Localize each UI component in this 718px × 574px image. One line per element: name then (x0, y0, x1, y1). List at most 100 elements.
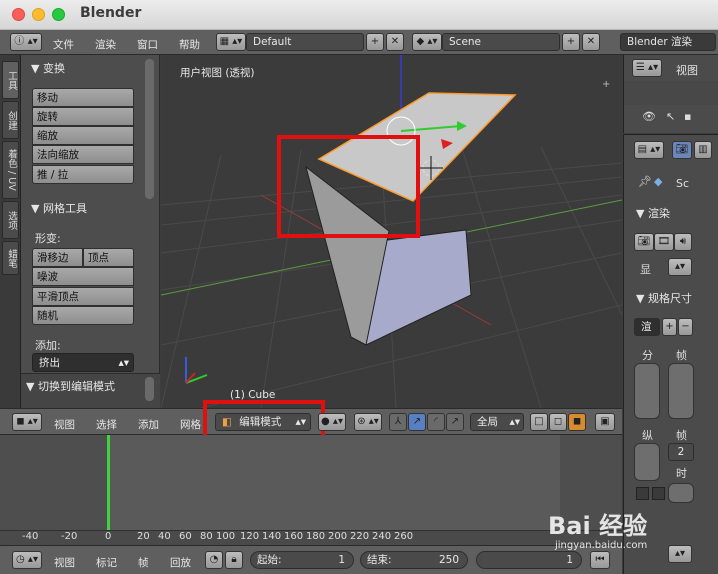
window-titlebar: Blender (0, 0, 718, 30)
lock-icon[interactable]: 🔒︎ (225, 551, 243, 569)
current-frame-line[interactable] (107, 435, 110, 530)
outliner-view-menu[interactable]: 视图 (676, 62, 698, 78)
editor-type-button[interactable]: ◼ ▴▾ (12, 413, 42, 431)
add-scene-icon[interactable]: + (562, 33, 580, 51)
border-checkbox[interactable] (636, 487, 649, 500)
time-remap-label: 时 (676, 467, 687, 480)
tab-tools[interactable]: 工具 (2, 61, 19, 99)
shrink-fatten-button[interactable]: 法向缩放 (32, 145, 134, 164)
slide-edge-button[interactable]: 滑移边 (32, 248, 83, 267)
tab-create[interactable]: 创建 (2, 101, 19, 139)
menu-file[interactable]: 文件 (53, 37, 74, 52)
pointer-icon[interactable]: ↖ (666, 110, 675, 123)
face-select-icon[interactable]: ◼ (568, 413, 586, 431)
scene-name-field[interactable]: Scene (442, 33, 560, 51)
tab-shading-uv[interactable]: 着色 / UV (2, 141, 19, 199)
close-window-button[interactable] (12, 8, 25, 21)
render-panel-header[interactable]: ▼ 渲染 (636, 205, 670, 221)
render-layers-tab-icon[interactable]: ▥ (694, 141, 712, 159)
timeline-area[interactable]: -40 -20 0 20 40 60 80 100 120 140 160 18… (0, 435, 622, 545)
scene-icon[interactable]: ◆ ▴▾ (412, 33, 442, 51)
current-frame-field[interactable]: 1 (476, 551, 582, 569)
timeline-editor-type-button[interactable]: ◷ ▴▾ (12, 551, 42, 569)
info-editor-type-button[interactable]: ⓘ ▴▾ (10, 33, 42, 51)
slide-vertex-button[interactable]: 顶点 (83, 248, 134, 267)
pivot-point-icon[interactable]: ⊛ ▴▾ (354, 413, 382, 431)
tick-label: 200 (328, 531, 348, 542)
add-preset-icon[interactable]: + (662, 318, 677, 336)
menu-select[interactable]: 选择 (96, 417, 117, 432)
outliner-editor-type-button[interactable]: ☰ ▴▾ (632, 59, 662, 77)
extrude-select[interactable]: 挤出 ▴▾ (32, 353, 134, 372)
vertex-select-icon[interactable]: □ (530, 413, 548, 431)
manipulator-toggle-icon[interactable]: ⅄ (389, 413, 407, 431)
menu-add[interactable]: 添加 (138, 417, 159, 432)
operator-scrollbar[interactable] (145, 377, 154, 401)
push-pull-button[interactable]: 推 / 拉 (32, 165, 134, 184)
tool-shelf-scrollbar[interactable] (145, 59, 154, 199)
scale-button[interactable]: 缩放 (32, 126, 134, 145)
zoom-window-button[interactable] (52, 8, 65, 21)
frame-step-field[interactable]: 2 (668, 443, 694, 461)
randomize-button[interactable]: 随机 (32, 306, 134, 325)
viewport-shading-icon[interactable]: ● ▴▾ (318, 413, 346, 431)
translate-manipulator-icon[interactable]: ↗ (408, 413, 426, 431)
remove-layout-icon[interactable]: ✕ (386, 33, 404, 51)
rotate-button[interactable]: 旋转 (32, 107, 134, 126)
time-remap-field[interactable] (668, 483, 694, 503)
menu-marker[interactable]: 标记 (96, 555, 117, 570)
screen-layout-icon[interactable]: ▦ ▴▾ (216, 33, 246, 51)
outliner-search-row (624, 81, 718, 105)
rotate-manipulator-icon[interactable]: ◜ (427, 413, 445, 431)
scale-manipulator-icon[interactable]: ↗ (446, 413, 464, 431)
render-audio-icon[interactable]: 🔊︎ (674, 233, 692, 251)
render-engine-select[interactable]: Blender 渲染 (620, 33, 716, 51)
render-preset-select[interactable]: 渲 (634, 318, 660, 336)
edge-select-icon[interactable]: ◻ (549, 413, 567, 431)
menu-timeline-view[interactable]: 视图 (54, 555, 75, 570)
render-tab-icon[interactable]: 📷︎ (672, 141, 692, 159)
menu-playback[interactable]: 回放 (170, 555, 191, 570)
render-animation-icon[interactable]: 🎞︎ (654, 233, 674, 251)
smooth-vertex-button[interactable]: 平滑顶点 (32, 287, 134, 306)
remove-scene-icon[interactable]: ✕ (582, 33, 600, 51)
move-button[interactable]: 移动 (32, 88, 134, 107)
remove-preset-icon[interactable]: − (678, 318, 693, 336)
add-layout-icon[interactable]: + (366, 33, 384, 51)
mesh-tools-panel-header[interactable]: ▼ 网格工具 (31, 200, 87, 216)
panel-toggle-plus-icon[interactable]: + (602, 79, 614, 91)
start-frame-field[interactable]: 起始: 1 (250, 551, 354, 569)
transform-orientation-select[interactable]: 全局 ▴▾ (470, 413, 524, 431)
properties-editor-type-button[interactable]: ▤ ▴▾ (634, 141, 664, 159)
eye-icon[interactable]: 👁︎ (642, 110, 656, 123)
menu-view[interactable]: 视图 (54, 417, 75, 432)
camera-restrict-icon[interactable]: ▪ (684, 110, 691, 123)
noise-button[interactable]: 噪波 (32, 267, 134, 286)
transform-panel-header[interactable]: ▼ 变换 (31, 60, 65, 76)
menu-mesh[interactable]: 网格 (180, 417, 201, 432)
info-header: ⓘ ▴▾ 文件 渲染 窗口 帮助 ▦ ▴▾ Default + ✕ ◆ ▴▾ S… (0, 30, 718, 55)
3d-viewport[interactable]: 用户视图 (透视) (1) Cube + (161, 55, 622, 408)
display-mode-icon[interactable]: ▴▾ (668, 258, 692, 276)
render-image-icon[interactable]: 📷︎ (634, 233, 654, 251)
frame-start-field[interactable] (668, 363, 694, 419)
pin-icon[interactable]: 📌︎ (638, 175, 652, 188)
menu-help[interactable]: 帮助 (179, 37, 200, 52)
menu-render[interactable]: 渲染 (95, 37, 116, 52)
operator-panel-header[interactable]: ▼ 切换到编辑模式 (26, 378, 115, 394)
jump-start-icon[interactable]: ⏮ (590, 551, 610, 569)
limit-selection-icon[interactable]: ▣ (595, 413, 615, 431)
layout-name-field[interactable]: Default (246, 33, 364, 51)
end-frame-field[interactable]: 结束: 250 (360, 551, 468, 569)
resolution-x-field[interactable] (634, 363, 660, 419)
menu-frame[interactable]: 帧 (138, 555, 149, 570)
menu-window[interactable]: 窗口 (137, 37, 158, 52)
keyframe-clock-icon[interactable]: ◔ (205, 551, 223, 569)
tab-options[interactable]: 选项 (2, 201, 19, 239)
dimensions-panel-header[interactable]: ▼ 规格尺寸 (636, 290, 692, 306)
aspect-x-field[interactable] (634, 443, 660, 481)
minimize-window-button[interactable] (32, 8, 45, 21)
tab-grease-pencil[interactable]: 蜡笔 (2, 241, 19, 275)
crop-checkbox[interactable] (652, 487, 665, 500)
post-processing-toggle-icon[interactable]: ▴▾ (668, 545, 692, 563)
